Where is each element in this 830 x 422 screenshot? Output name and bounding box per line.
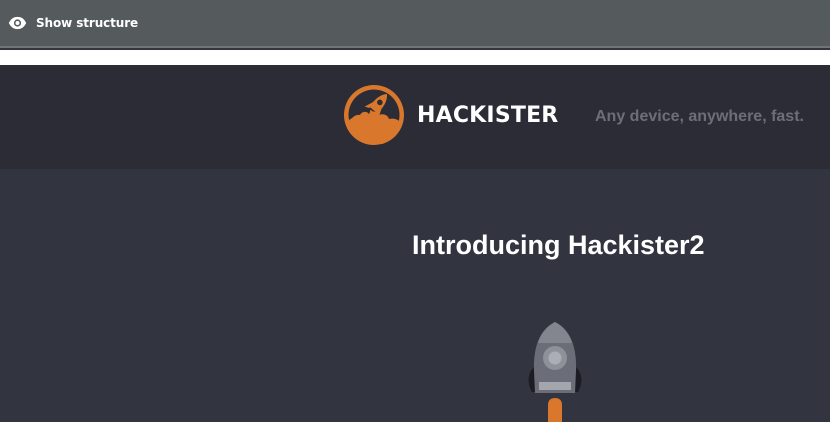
page-top-strip	[0, 50, 830, 65]
eye-icon	[8, 16, 27, 30]
tagline: Any device, anywhere, fast.	[595, 108, 804, 125]
hero-title: Introducing Hackister2	[412, 230, 705, 260]
editor-toolbar: Show structure	[0, 0, 830, 48]
show-structure-button[interactable]: Show structure	[8, 10, 138, 36]
rocket-illustration	[528, 322, 582, 422]
site-header: HACKISTER Any device, anywhere, fast.	[0, 65, 830, 169]
brand-name[interactable]: HACKISTER	[417, 103, 558, 128]
hero-section: Introducing Hackister2	[0, 169, 830, 422]
show-structure-label: Show structure	[36, 16, 139, 30]
rocket-logo-icon[interactable]	[343, 84, 405, 146]
